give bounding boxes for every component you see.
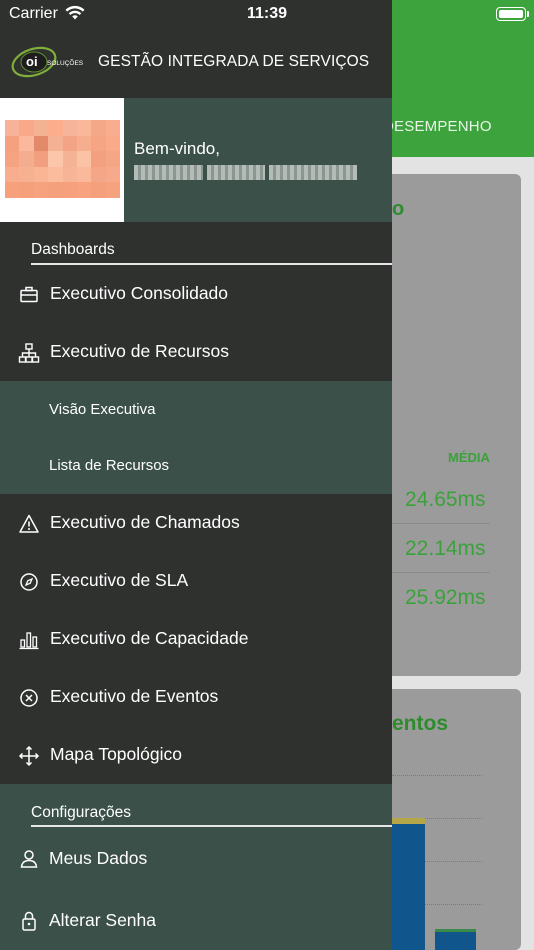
menu-item-executivo-de-eventos[interactable]: Executivo de Eventos (0, 668, 392, 726)
submenu-item-lista-de-recursos[interactable]: Lista de Recursos (0, 437, 392, 494)
section-title: Configurações (31, 804, 131, 821)
menu-label: Meus Dados (49, 848, 148, 868)
lock-icon (22, 911, 36, 931)
user-panel: Bem-vindo, (0, 98, 392, 222)
section-divider (31, 825, 392, 827)
user-name-redacted (134, 165, 357, 180)
menu-label: Mapa Topológico (50, 744, 182, 764)
menu-label: Executivo de Chamados (50, 512, 240, 532)
submenu-label: Lista de Recursos (49, 457, 170, 474)
metric-divider (392, 523, 490, 524)
menu-item-executivo-consolidado[interactable]: Executivo Consolidado (0, 265, 392, 323)
menu-item-executivo-de-capacidade[interactable]: Executivo de Capacidade (0, 610, 392, 668)
hierarchy-icon (18, 343, 40, 363)
navigation-drawer: oi SOLUÇÕES GESTÃO INTEGRADA DE SERVIÇOS… (0, 0, 392, 950)
metric-value: 25.92ms (405, 586, 486, 609)
menu-item-meus-dados[interactable]: Meus Dados (0, 829, 392, 887)
app-title: GESTÃO INTEGRADA DE SERVIÇOS (98, 53, 370, 70)
events-card-title: entos (392, 712, 449, 735)
battery-tip (527, 11, 529, 17)
menu-item-executivo-de-chamados[interactable]: Executivo de Chamados (0, 494, 392, 552)
tab-desempenho[interactable]: DESEMPENHO (383, 118, 492, 135)
metric-divider (392, 572, 490, 573)
section-title: Dashboards (31, 241, 115, 258)
user-icon (20, 850, 38, 868)
menu-item-executivo-de-sla[interactable]: Executivo de SLA (0, 552, 392, 610)
menu-label: Alterar Senha (49, 910, 157, 930)
section-dashboards: Dashboards (0, 222, 392, 268)
status-bar: Carrier 11:39 (0, 0, 534, 28)
section-configuracoes: Configurações (0, 784, 392, 828)
menu-label: Executivo Consolidado (50, 283, 229, 303)
chart-gridline (392, 775, 482, 776)
svg-text:oi: oi (26, 54, 38, 69)
menu-item-mapa-topologico[interactable]: Mapa Topológico (0, 726, 392, 784)
performance-card-title: o (392, 198, 405, 220)
menu-item-executivo-de-recursos[interactable]: Executivo de Recursos (0, 323, 392, 381)
oi-solucoes-logo: oi SOLUÇÕES (11, 46, 84, 78)
welcome-text: Bem-vindo, (134, 139, 220, 158)
menu-label: Executivo de SLA (50, 570, 189, 590)
clock: 11:39 (246, 5, 288, 22)
menu-item-alterar-senha[interactable]: Alterar Senha (0, 891, 392, 949)
submenu-label: Visão Executiva (49, 401, 156, 418)
submenu-item-visao-executiva[interactable]: Visão Executiva (0, 381, 392, 438)
close-circle-icon (20, 689, 38, 707)
compass-icon (20, 573, 38, 591)
menu-label: Executivo de Eventos (50, 686, 219, 706)
briefcase-icon (20, 286, 38, 303)
svg-text:SOLUÇÕES: SOLUÇÕES (47, 58, 84, 67)
menu-label: Executivo de Recursos (50, 341, 229, 361)
metric-value: 22.14ms (405, 537, 486, 560)
battery-icon (496, 7, 526, 21)
menu-label: Executivo de Capacidade (50, 628, 249, 648)
bar-chart-icon (19, 632, 39, 650)
avatar[interactable] (0, 98, 124, 222)
avatar-image-pixelated (5, 120, 120, 198)
chart-bar (392, 824, 425, 950)
move-arrows-icon (18, 745, 40, 767)
chart-bar (435, 932, 476, 950)
media-column-header: MÉDIA (448, 450, 490, 465)
config-section: Configurações Meus Dados Alterar Senha (0, 784, 392, 950)
metric-value: 24.65ms (405, 488, 486, 511)
warning-icon (19, 514, 39, 533)
